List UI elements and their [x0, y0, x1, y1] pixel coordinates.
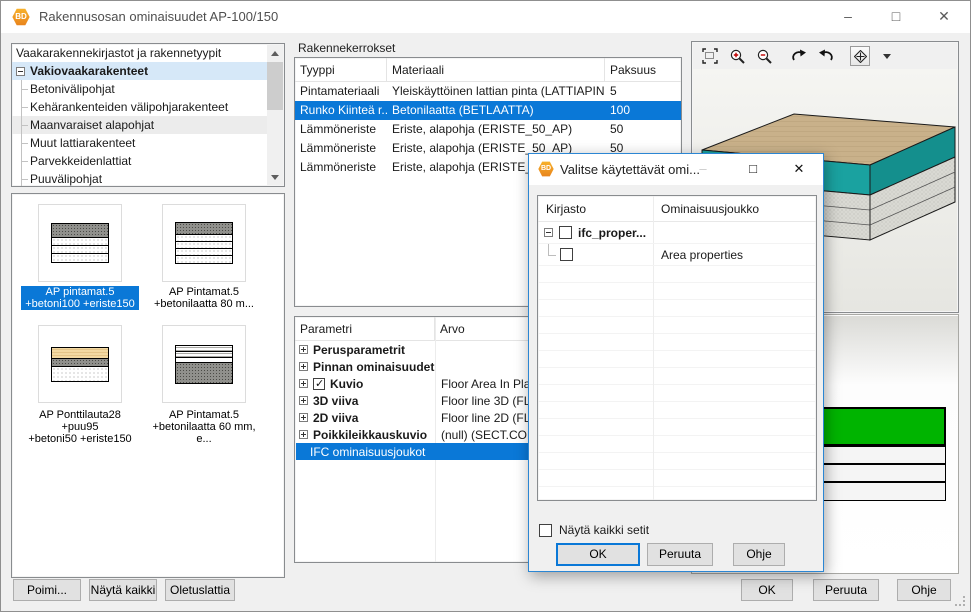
expand-icon[interactable]	[299, 396, 308, 405]
tree-connector-icon	[546, 244, 560, 266]
tree-connector-icon	[16, 134, 30, 152]
empty-row	[538, 368, 816, 385]
show-all-button[interactable]: Näytä kaikki	[89, 579, 157, 601]
tree-item[interactable]: Kehärankenteiden välipohjarakenteet	[12, 98, 267, 116]
tree-header[interactable]: Vaakarakennekirjastot ja rakennetyypit	[12, 44, 267, 62]
layer-row[interactable]: Lämmöneriste Eriste, alapohja (ERISTE_50…	[295, 120, 681, 139]
thumbnail-caption[interactable]: AP Ponttilauta28 +puu95 +betoni50 +erist…	[21, 409, 139, 445]
thumbnail-caption[interactable]: AP pintamat.5 +betoni100 +eriste150	[21, 286, 139, 310]
empty-row	[538, 317, 816, 334]
pan-tool-button[interactable]	[850, 46, 870, 66]
tree-root-item[interactable]: Vakiovaakarakenteet	[12, 62, 267, 80]
kuvio-checkbox[interactable]	[313, 378, 325, 390]
dialog-ok-button[interactable]: OK	[556, 543, 640, 566]
tree-connector-icon	[16, 80, 30, 98]
titlebar: BD Rakennusosan ominaisuudet AP-100/150 …	[1, 1, 970, 33]
dialog-minimize-button: –	[689, 154, 717, 185]
layer-row-selected[interactable]: Runko Kiinteä r... Betonilaatta (BETLAAT…	[295, 101, 681, 120]
empty-row	[538, 470, 816, 487]
tree-connector-icon	[16, 98, 30, 116]
dialog-titlebar: BD Valitse käytettävät omi... – □ ✕	[529, 154, 823, 185]
dialog-help-button[interactable]: Ohje	[733, 543, 785, 566]
tree-connector-icon	[16, 116, 30, 134]
expand-icon[interactable]	[299, 413, 308, 422]
property-sets-dialog: BD Valitse käytettävät omi... – □ ✕ Kirj…	[528, 153, 824, 572]
layer-row[interactable]: Pintamateriaali Yleiskäyttöinen lattian …	[295, 82, 681, 101]
expand-icon[interactable]	[299, 379, 308, 388]
window-title: Rakennusosan ominaisuudet AP-100/150	[39, 1, 278, 33]
zoom-out-icon[interactable]	[755, 47, 773, 65]
empty-row	[538, 453, 816, 470]
expand-icon[interactable]	[299, 430, 308, 439]
thumbnail-caption[interactable]: AP Pintamat.5 +betonilaatta 80 m...	[145, 286, 263, 310]
empty-row	[538, 419, 816, 436]
collapse-icon[interactable]	[16, 67, 25, 76]
show-all-sets-option[interactable]: Näytä kaikki setit	[539, 523, 649, 537]
thumbnail-ap-pintamat5-betoni100[interactable]	[38, 204, 122, 282]
collapse-icon[interactable]	[544, 228, 553, 237]
empty-row	[538, 385, 816, 402]
structure-thumbnail-list: AP pintamat.5 +betoni100 +eriste150 AP P…	[11, 193, 285, 578]
structure-library-tree: Vaakarakennekirjastot ja rakennetyypit V…	[11, 43, 285, 187]
cancel-button[interactable]: Peruuta	[813, 579, 879, 601]
rotate-ccw-icon[interactable]	[817, 47, 835, 65]
show-all-sets-checkbox[interactable]	[539, 524, 552, 537]
pick-button[interactable]: Poimi...	[13, 579, 81, 601]
empty-row	[538, 266, 816, 283]
dialog-close-button[interactable]: ✕	[785, 154, 813, 185]
thumbnail-ap-pintamat5-betonilaatta80[interactable]	[162, 204, 246, 282]
scrollbar-thumb[interactable]	[267, 62, 283, 110]
pan-icon	[854, 50, 867, 63]
zoom-in-icon[interactable]	[728, 47, 746, 65]
tree-connector-icon	[16, 170, 30, 187]
property-sets-table: Kirjasto Ominaisuusjoukko ifc_proper... …	[537, 195, 817, 501]
close-button[interactable]: ✕	[927, 1, 961, 33]
property-sets-header: Kirjasto Ominaisuusjoukko	[538, 196, 816, 222]
toolbar-dropdown-caret[interactable]	[883, 54, 891, 59]
app-logo-icon: BD	[538, 161, 554, 177]
app-logo-icon: BD	[12, 8, 30, 26]
empty-row	[538, 436, 816, 453]
maximize-button[interactable]: □	[879, 1, 913, 33]
tree-item[interactable]: Muut lattiarakenteet	[12, 134, 267, 152]
main-window: BD Rakennusosan ominaisuudet AP-100/150 …	[0, 0, 971, 612]
minimize-button[interactable]: –	[831, 1, 865, 33]
property-library-row[interactable]: ifc_proper...	[538, 222, 816, 244]
tree-item[interactable]: Parvekkeidenlattiat	[12, 152, 267, 170]
resize-grip[interactable]	[957, 598, 965, 606]
empty-row	[538, 300, 816, 317]
empty-row	[538, 402, 816, 419]
tree-item[interactable]: Puuvälipohjat	[12, 170, 267, 187]
scroll-down-icon[interactable]	[267, 169, 283, 185]
library-checkbox[interactable]	[559, 226, 572, 239]
empty-row	[538, 351, 816, 368]
thumbnail-caption[interactable]: AP Pintamat.5 +betonilaatta 60 mm, e...	[145, 409, 263, 445]
help-button[interactable]: Ohje	[897, 579, 951, 601]
property-set-checkbox[interactable]	[560, 248, 573, 261]
tree-item[interactable]: Maanvaraiset alapohjat	[12, 116, 267, 134]
thumbnail-ap-ponttilauta28[interactable]	[38, 325, 122, 403]
thumbnail-ap-pintamat5-betonilaatta60[interactable]	[162, 325, 246, 403]
tree-item[interactable]: Betonivälipohjat	[12, 80, 267, 98]
scroll-up-icon[interactable]	[267, 45, 283, 61]
tree-scrollbar[interactable]	[267, 45, 283, 185]
viewport-toolbar	[693, 43, 957, 69]
property-set-row[interactable]: Area properties	[538, 244, 816, 266]
default-floor-button[interactable]: Oletuslattia	[165, 579, 235, 601]
empty-row	[538, 283, 816, 300]
expand-icon[interactable]	[299, 362, 308, 371]
layers-group-label: Rakennekerrokset	[298, 41, 395, 55]
rotate-cw-icon[interactable]	[790, 47, 808, 65]
tree-connector-icon	[16, 152, 30, 170]
dialog-title: Valitse käytettävät omi...	[560, 154, 700, 185]
empty-row	[538, 334, 816, 351]
ok-button[interactable]: OK	[741, 579, 793, 601]
dialog-cancel-button[interactable]: Peruuta	[647, 543, 713, 566]
layers-table-header: Tyyppi Materiaali Paksuus	[295, 58, 681, 82]
fit-view-icon[interactable]	[701, 47, 719, 65]
expand-icon[interactable]	[299, 345, 308, 354]
dialog-maximize-button[interactable]: □	[739, 154, 767, 185]
